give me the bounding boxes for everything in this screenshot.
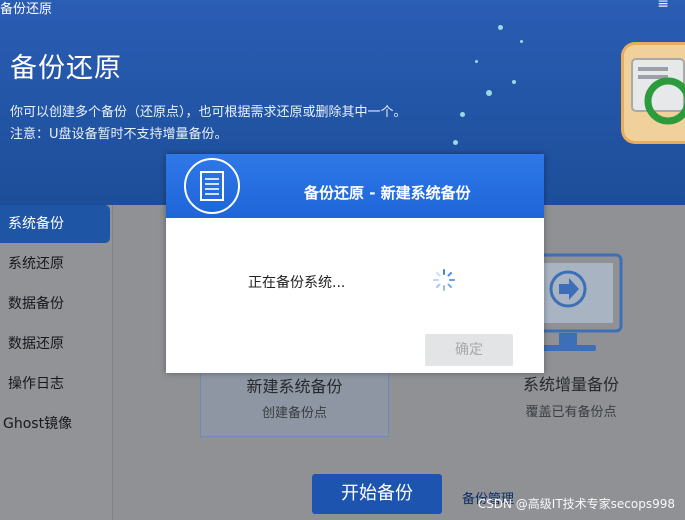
progress-status-text: 正在备份系统...: [248, 275, 346, 291]
option-subtitle: 创建备份点: [261, 406, 327, 421]
page-title: 备份还原: [10, 53, 122, 84]
sparkle-dot: [520, 40, 523, 43]
sidebar-item-operation-log[interactable]: 操作日志: [0, 365, 110, 403]
sparkle-dot: [512, 80, 516, 84]
window-title: 备份还原: [0, 2, 53, 17]
start-backup-button[interactable]: 开始备份: [312, 474, 442, 514]
sidebar-item-system-backup[interactable]: 系统备份: [0, 205, 110, 243]
option-subtitle: 覆盖已有备份点: [525, 405, 617, 420]
sidebar-item-data-backup[interactable]: 数据备份: [0, 285, 110, 323]
sparkle-dot: [498, 25, 503, 30]
sidebar-item-ghost-image[interactable]: Ghost镜像: [0, 405, 110, 443]
header-description: 你可以创建多个备份（还原点），也可根据需求还原或删除其中一个。: [10, 105, 407, 120]
document-icon: [184, 158, 240, 214]
backup-progress-dialog: 备份还原 - 新建系统备份 正在备份系统... 确定: [166, 154, 544, 373]
option-title: 系统增量备份: [522, 375, 619, 394]
backup-restore-logo: [621, 42, 685, 144]
sparkle-dot: [460, 112, 465, 117]
sparkle-dot: [475, 60, 478, 63]
sidebar: 系统备份 系统还原 数据备份 数据还原 操作日志 Ghost镜像: [0, 205, 113, 520]
sidebar-item-system-restore[interactable]: 系统还原: [0, 245, 110, 283]
dialog-title: 备份还原 - 新建系统备份: [304, 184, 471, 202]
hamburger-menu-icon[interactable]: ≡: [657, 0, 669, 12]
ok-button[interactable]: 确定: [425, 334, 513, 366]
watermark: CSDN @高级IT技术专家secops998: [477, 497, 675, 511]
header-note: 注意：U盘设备暂时不支持增量备份。: [10, 127, 228, 142]
sparkle-dot: [453, 140, 458, 145]
sparkle-dot: [486, 90, 492, 96]
dialog-header: 备份还原 - 新建系统备份: [166, 154, 544, 218]
option-title: 新建系统备份: [246, 377, 343, 396]
sidebar-item-data-restore[interactable]: 数据还原: [0, 325, 110, 363]
loading-spinner-icon: [433, 269, 455, 291]
